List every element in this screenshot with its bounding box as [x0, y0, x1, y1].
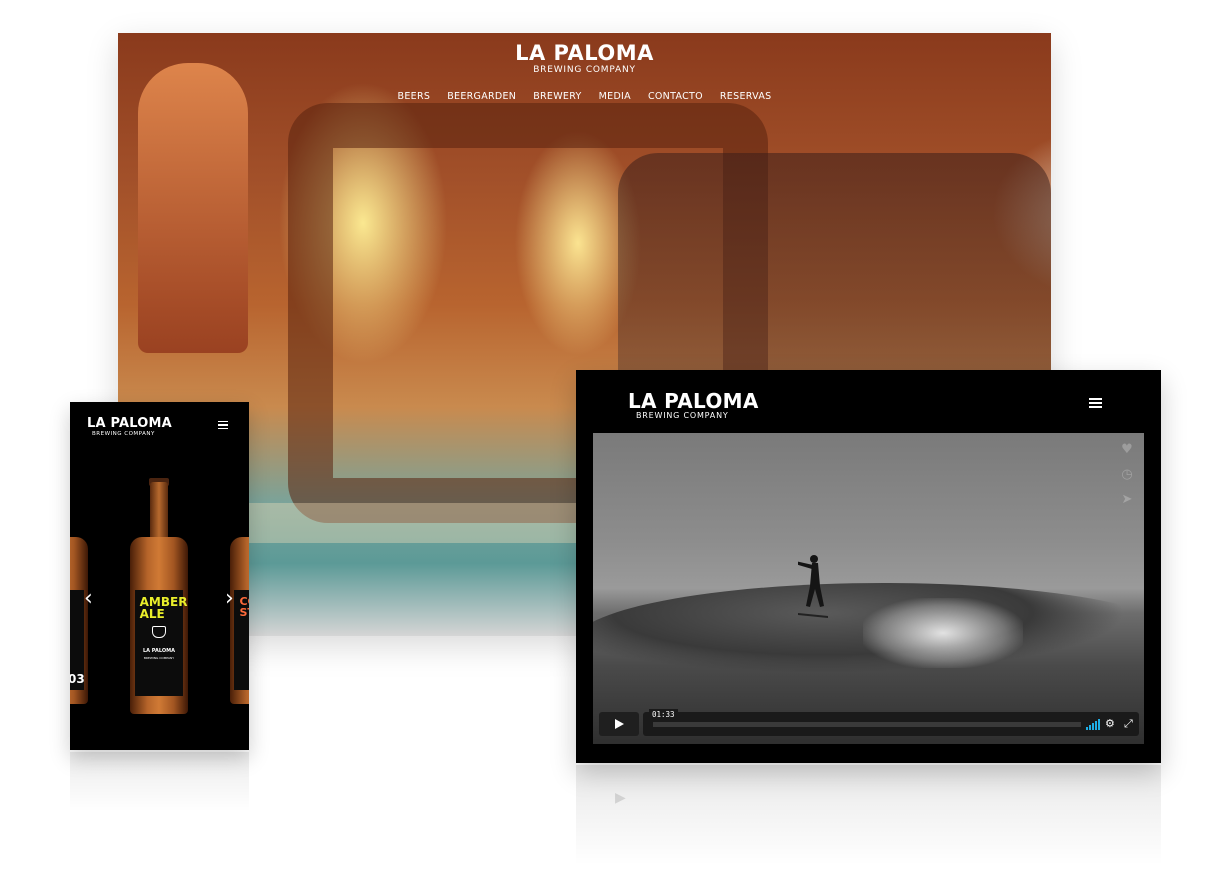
desktop-logo-tagline: BREWING COMPANY: [533, 65, 636, 75]
phone-reflection: [70, 752, 249, 812]
nav-media[interactable]: MEDIA: [599, 91, 631, 102]
label-brand-sub: BREWING COMPANY: [143, 656, 175, 660]
video-surfer: [798, 555, 828, 618]
fullscreen-icon[interactable]: ⤢: [1124, 717, 1133, 731]
hamburger-menu-icon[interactable]: [218, 421, 228, 429]
tablet-reflection: [576, 765, 1161, 865]
desktop-nav: BEERS BEERGARDEN BREWERY MEDIA CONTACTO …: [118, 91, 1051, 102]
phone-logo-tagline: BREWING COMPANY: [92, 431, 155, 437]
hero-person-left: [138, 63, 248, 353]
phone-logo[interactable]: LA PALOMA: [87, 416, 172, 431]
video-controls: 01:33 ⚙ ⤢: [599, 709, 1139, 736]
video-control-bar: 01:33 ⚙ ⤢: [643, 709, 1139, 736]
prev-beer-label: 03: [70, 672, 85, 686]
settings-gear-icon[interactable]: ⚙: [1105, 717, 1115, 731]
video-spray: [863, 598, 1023, 668]
tablet-logo[interactable]: LA PALOMA: [628, 389, 759, 413]
play-button[interactable]: [599, 712, 639, 736]
beer-label: AMBER ALE LA PALOMA BREWING COMPANY: [134, 590, 187, 696]
hamburger-menu-icon[interactable]: [1089, 398, 1102, 408]
desktop-logo[interactable]: LA PALOMA: [118, 41, 1051, 65]
clock-icon[interactable]: ◷: [1120, 468, 1134, 482]
nav-contacto[interactable]: CONTACTO: [648, 91, 703, 102]
carousel-prev-arrow-icon[interactable]: ‹: [84, 588, 93, 610]
play-icon: [615, 719, 624, 729]
beer-name-line2: ALE: [139, 607, 165, 621]
video-time: 01:33: [649, 709, 678, 720]
reflection-play-icon: ▶: [615, 790, 626, 806]
beer-bottle-amber-ale[interactable]: AMBER ALE LA PALOMA BREWING COMPANY: [130, 478, 188, 714]
tablet-mockup: LA PALOMA BREWING COMPANY ♥ ◷ ➤ 01:33 ⚙ …: [576, 370, 1161, 763]
nav-brewery[interactable]: BREWERY: [533, 91, 581, 102]
video-side-icons: ♥ ◷ ➤: [1120, 443, 1134, 507]
video-progress-bar[interactable]: 01:33: [649, 709, 1081, 727]
label-brand: LA PALOMA: [142, 648, 175, 654]
nav-beergarden[interactable]: BEERGARDEN: [447, 91, 516, 102]
nav-beers[interactable]: BEERS: [398, 91, 431, 102]
carousel-next-arrow-icon[interactable]: ›: [225, 588, 234, 610]
heart-icon[interactable]: ♥: [1120, 443, 1134, 457]
phone-mockup: LA PALOMA BREWING COMPANY 03 AMBER ALE L…: [70, 402, 249, 750]
send-icon[interactable]: ➤: [1120, 493, 1134, 507]
next-beer-label-line2: ST: [239, 606, 249, 619]
tablet-logo-tagline: BREWING COMPANY: [636, 411, 729, 420]
volume-icon[interactable]: [1086, 718, 1100, 730]
brand-crest-icon: [151, 626, 166, 638]
nav-reservas[interactable]: RESERVAS: [720, 91, 772, 102]
video-player[interactable]: ♥ ◷ ➤ 01:33 ⚙ ⤢: [593, 433, 1144, 744]
